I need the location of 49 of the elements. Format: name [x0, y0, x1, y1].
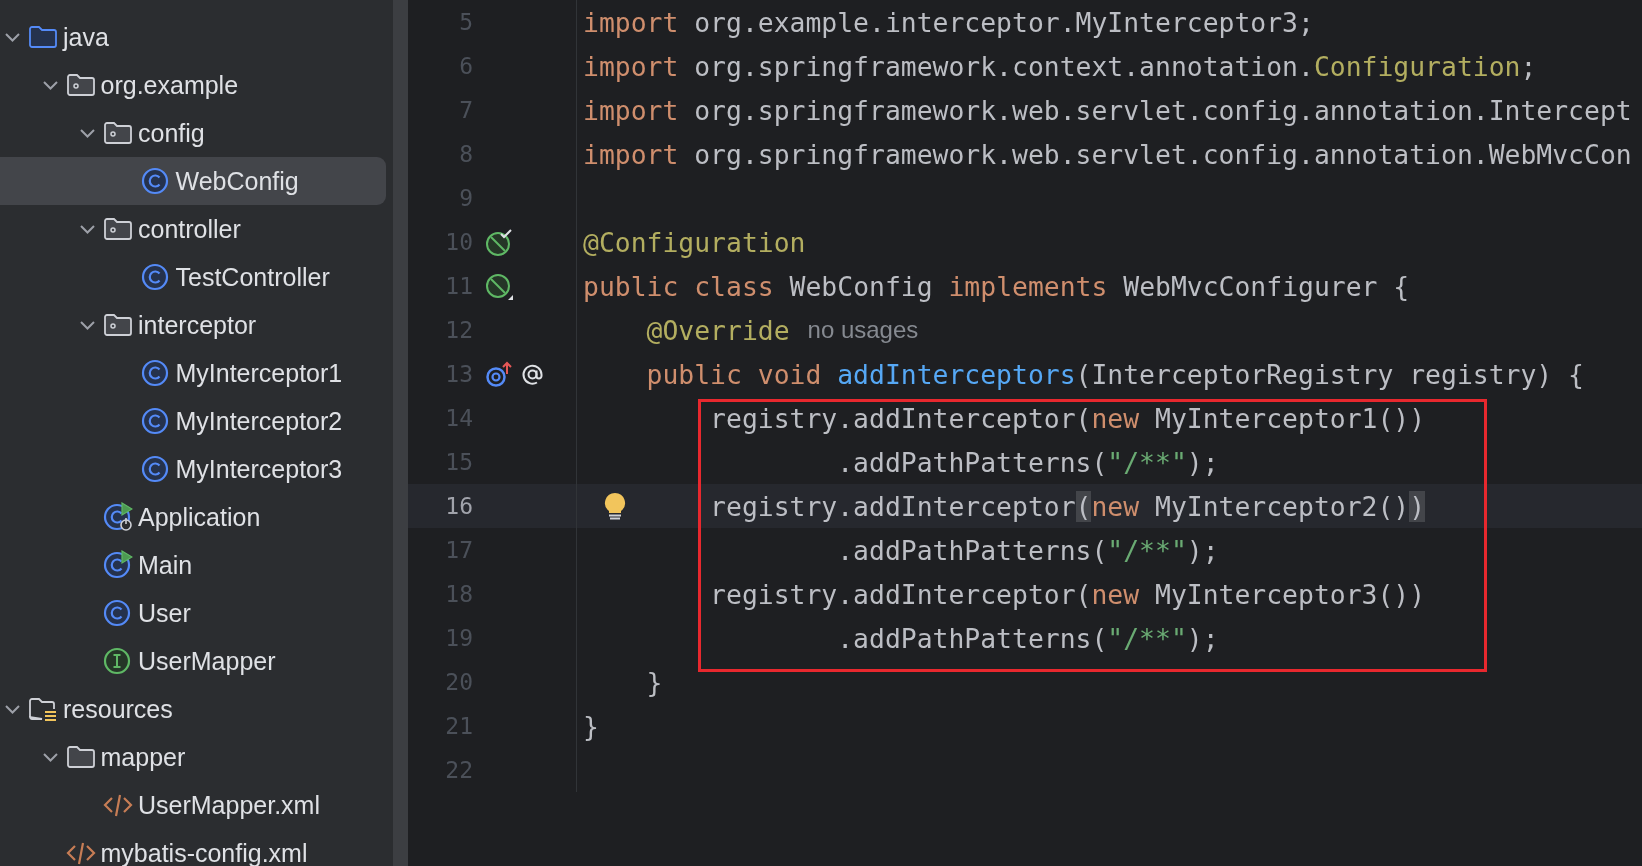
- tree-item[interactable]: MyInterceptor2: [0, 397, 386, 445]
- code-line: }: [583, 710, 599, 742]
- code-line: .addPathPatterns("/**");: [836, 622, 1219, 654]
- code-line: import org.springframework.web.servlet.config.annotation.WebMvcCon: [583, 138, 1632, 170]
- tree-item[interactable]: org.example: [0, 61, 386, 109]
- tree-item[interactable]: controller: [0, 205, 386, 253]
- tree-item[interactable]: TestController: [0, 253, 386, 301]
- tree-item[interactable]: mybatis-config.xml: [0, 829, 386, 866]
- class-run-icon: [103, 550, 133, 580]
- inlay-hint[interactable]: no usages: [807, 316, 919, 344]
- code-line: .addPathPatterns("/**");: [836, 534, 1219, 566]
- class-run-icon: [103, 502, 133, 532]
- class-icon: [140, 262, 171, 292]
- class-icon: [140, 166, 171, 196]
- code-line: import org.example.interceptor.MyInterceptor3;: [583, 6, 1314, 38]
- class-icon: [140, 406, 171, 436]
- tree-item[interactable]: resources: [0, 685, 386, 733]
- code-line: }: [645, 666, 663, 698]
- bean-icon[interactable]: [485, 227, 514, 257]
- tree-item[interactable]: UserMapper: [0, 637, 386, 685]
- tree-item[interactable]: Application: [0, 493, 386, 541]
- tree-item[interactable]: UserMapper.xml: [0, 781, 386, 829]
- code-line: public void addInterceptors(InterceptorRegistry registry) {: [645, 358, 1584, 390]
- class-icon: [140, 454, 171, 484]
- line-number: 16: [444, 493, 473, 519]
- class-icon: [140, 358, 171, 388]
- code-line: .addPathPatterns("/**");: [836, 446, 1219, 478]
- code-line: @Configuration: [583, 226, 806, 258]
- tree-item[interactable]: User: [0, 589, 386, 637]
- tree-item[interactable]: interceptor: [0, 301, 386, 349]
- code-line: import org.springframework.web.servlet.config.annotation.Intercept: [583, 94, 1632, 126]
- tree-item[interactable]: Main: [0, 541, 386, 589]
- code-line: registry.addInterceptor(new MyInterceptor3()): [709, 578, 1426, 610]
- lightbulb-icon[interactable]: [604, 492, 626, 520]
- tree-item[interactable]: mapper: [0, 733, 386, 781]
- tree-item[interactable]: WebConfig: [0, 157, 386, 205]
- code-line: registry.addInterceptor(new MyInterceptor2()): [709, 490, 1426, 522]
- class-icon: [103, 598, 133, 628]
- code-line: import org.springframework.context.annotation.Configuration;: [583, 50, 1537, 82]
- interface-icon: [103, 646, 133, 676]
- code-line: registry.addInterceptor(new MyInterceptor1()): [709, 402, 1426, 434]
- tree-item[interactable]: config: [0, 109, 386, 157]
- override-icon[interactable]: [485, 359, 514, 389]
- code-line: public class WebConfig implements WebMvcConfigurer {: [583, 270, 1410, 302]
- tree-item[interactable]: MyInterceptor3: [0, 445, 386, 493]
- code-line: @Override: [645, 314, 790, 346]
- bean-icon[interactable]: [485, 271, 514, 301]
- tree-item[interactable]: MyInterceptor1: [0, 349, 386, 397]
- tree-item[interactable]: java: [0, 13, 386, 61]
